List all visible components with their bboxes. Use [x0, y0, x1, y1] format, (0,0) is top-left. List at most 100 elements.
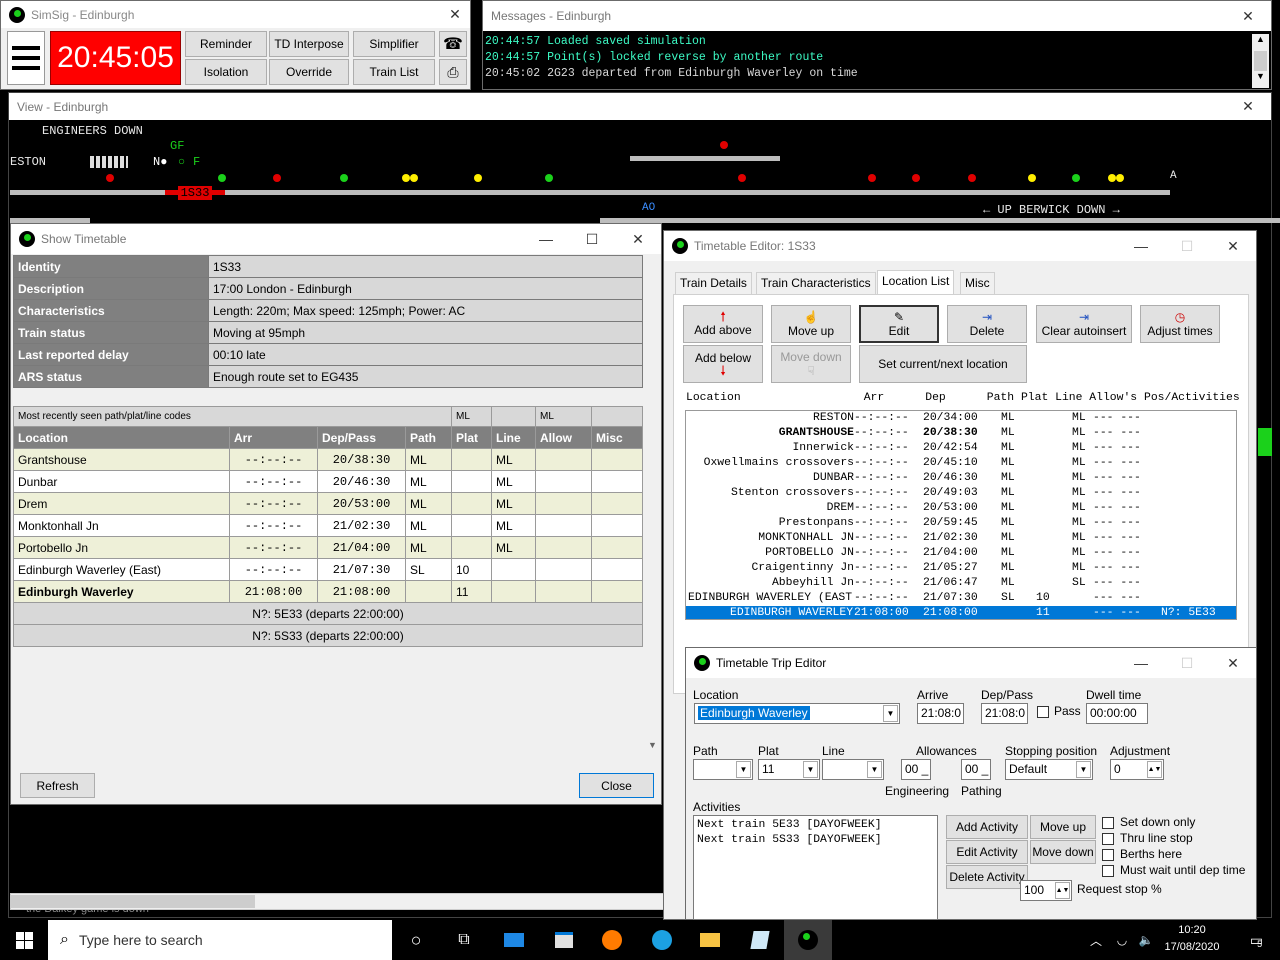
signal-green-4[interactable] [1072, 174, 1080, 182]
dwell-time-field[interactable]: 00:00:00 [1086, 703, 1148, 724]
location-list-item[interactable]: GRANTSHOUSE --:--:-- 20/38:30 ML ML --- --- [686, 426, 1236, 441]
adjustment-stepper[interactable]: 0 ▲▼ [1110, 759, 1164, 780]
set-down-only-checkbox[interactable] [1102, 817, 1114, 829]
engineering-allowance-field[interactable]: 00 _ [901, 759, 931, 780]
col-allow[interactable]: Allow [535, 426, 592, 449]
dep-pass-field[interactable]: 21:08:0 [981, 703, 1028, 724]
add-below-button[interactable]: Add below 🠗 [683, 345, 763, 383]
firefox-icon[interactable] [588, 920, 636, 960]
location-list-item[interactable]: Innerwick --:--:-- 20/42:54 ML ML --- --- [686, 441, 1236, 456]
maximize-icon[interactable]: ☐ [569, 224, 615, 254]
tab-misc[interactable]: Misc [960, 272, 995, 294]
signal-yellow-1[interactable] [402, 174, 410, 182]
reminder-button[interactable]: Reminder [185, 31, 267, 57]
table-row[interactable]: Monktonhall Jn --:--:-- 21/02:30 ML ML [13, 514, 643, 537]
signal-yellow-2[interactable] [410, 174, 418, 182]
cortana-icon[interactable]: ○ [392, 920, 440, 960]
simplifier-button[interactable]: Simplifier [353, 31, 435, 57]
edit-button[interactable]: ✎ Edit [859, 305, 939, 343]
td-interpose-button[interactable]: TD Interpose [269, 31, 349, 57]
col-location[interactable]: Location [13, 426, 230, 449]
view-hscroll-thumb[interactable] [11, 895, 255, 908]
activity-item[interactable]: Next train 5E33 [DAYOFWEEK] [697, 818, 934, 833]
messages-scrollbar[interactable]: ▲ ▼ [1252, 34, 1269, 88]
activity-move-up-button[interactable]: Move up [1030, 815, 1096, 839]
move-up-button[interactable]: ☝ Move up [771, 305, 851, 343]
location-list-item[interactable]: MONKTONHALL JN --:--:-- 21/02:30 ML ML --- --… [686, 531, 1236, 546]
tab-train-characteristics[interactable]: Train Characteristics [756, 272, 876, 294]
isolation-button[interactable]: Isolation [185, 59, 267, 85]
location-list[interactable]: RESTON --:--:-- 20/34:00 ML ML --- --- GRANTSH… [685, 410, 1237, 620]
stopping-position-select[interactable]: Default ▼ [1005, 759, 1093, 780]
col-misc[interactable]: Misc [591, 426, 643, 449]
override-button[interactable]: Override [269, 59, 349, 85]
must-wait-checkbox[interactable] [1102, 865, 1114, 877]
col-line[interactable]: Line [491, 426, 536, 449]
next-train-row[interactable]: N?: 5E33 (departs 22:00:00) [13, 602, 643, 625]
location-list-item[interactable]: EDINBURGH WAVERLEY (EAST --:--:-- 21/07:30… [686, 591, 1236, 606]
minimize-icon[interactable]: — [523, 224, 569, 254]
signal-red-4[interactable] [738, 174, 746, 182]
delete-activity-button[interactable]: Delete Activity [946, 865, 1028, 889]
add-above-button[interactable]: 🠕 Add above [683, 305, 763, 343]
clear-autoinsert-button[interactable]: ⇥ Clear autoinsert [1036, 305, 1132, 343]
minimize-icon[interactable]: — [1118, 231, 1164, 261]
close-button[interactable]: Close [579, 773, 654, 798]
table-row[interactable]: Grantshouse --:--:-- 20/38:30 ML ML [13, 448, 643, 471]
mail-icon[interactable] [490, 920, 538, 960]
signal-red-7[interactable] [968, 174, 976, 182]
request-stop-stepper[interactable]: 100 ▲▼ [1020, 880, 1072, 901]
simsig-taskbar-icon[interactable] [784, 920, 832, 960]
tab-train-details[interactable]: Train Details [675, 272, 752, 294]
location-list-item[interactable]: Craigentinny Jn --:--:-- 21/05:27 ML ML --- -… [686, 561, 1236, 576]
maximize-icon[interactable]: ☐ [1164, 231, 1210, 261]
edit-activity-button[interactable]: Edit Activity [946, 840, 1028, 864]
chevron-up-icon[interactable]: ︿ [1084, 920, 1108, 960]
menu-hamburger-icon[interactable] [7, 31, 45, 85]
plat-select[interactable]: 11 ▼ [758, 759, 820, 780]
stepper-icon[interactable]: ▲▼ [1055, 882, 1070, 899]
location-list-item[interactable]: Prestonpans --:--:-- 20/59:45 ML ML --- --- [686, 516, 1236, 531]
activities-list[interactable]: Next train 5E33 [DAYOFWEEK] Next train 5… [693, 815, 938, 920]
delete-button[interactable]: ⇥ Delete [947, 305, 1027, 343]
location-list-item[interactable]: PORTOBELLO JN --:--:-- 21/04:00 ML ML --- --- [686, 546, 1236, 561]
sim-clock[interactable]: 20:45:05 [50, 31, 181, 85]
location-list-item[interactable]: DUNBAR --:--:-- 20/46:30 ML ML --- --- [686, 471, 1236, 486]
show-timetable-vscroll[interactable]: ▼ [644, 254, 661, 750]
taskbar-search[interactable]: ⌕ Type here to search [48, 920, 392, 960]
tab-location-list[interactable]: Location List [877, 270, 955, 294]
location-list-item[interactable]: Oxwellmains crossovers --:--:-- 20/45:10 ML… [686, 456, 1236, 471]
location-list-item[interactable]: RESTON --:--:-- 20/34:00 ML ML --- --- [686, 411, 1236, 426]
pass-checkbox[interactable] [1037, 706, 1049, 718]
pathing-allowance-field[interactable]: 00 _ [961, 759, 991, 780]
move-down-button[interactable]: Move down ☟ [771, 345, 851, 383]
location-list-item[interactable]: Stenton crossovers --:--:-- 20/49:03 ML ML --… [686, 486, 1236, 501]
telephone-icon[interactable]: ☎ [439, 31, 467, 57]
path-select[interactable]: ▼ [693, 759, 753, 780]
activity-move-down-button[interactable]: Move down [1030, 840, 1096, 864]
arrive-field[interactable]: 21:08:0 [917, 703, 964, 724]
simsig-close-icon[interactable]: ✕ [440, 0, 470, 30]
signal-yellow-5[interactable] [1108, 174, 1116, 182]
adjust-times-button[interactable]: ◷ Adjust times [1140, 305, 1220, 343]
col-arr[interactable]: Arr [229, 426, 318, 449]
signal-red-5[interactable] [868, 174, 876, 182]
location-list-item[interactable]: EDINBURGH WAVERLEY 21:08:00 21:08:00 11 --- … [686, 606, 1236, 619]
table-row[interactable]: Drem --:--:-- 20/53:00 ML ML [13, 492, 643, 515]
taskbar-clock[interactable]: 10:20 17/08/2020 [1160, 922, 1224, 956]
task-view-icon[interactable]: ⧉ [440, 920, 488, 960]
thru-line-stop-checkbox[interactable] [1102, 833, 1114, 845]
signal-yellow-4[interactable] [1028, 174, 1036, 182]
berths-here-checkbox[interactable] [1102, 849, 1114, 861]
col-dep[interactable]: Dep/Pass [317, 426, 406, 449]
volume-icon[interactable]: 🔈 [1134, 920, 1158, 960]
table-row[interactable]: Edinburgh Waverley 21:08:00 21:08:00 11 [13, 580, 643, 603]
messages-close-icon[interactable]: ✕ [1225, 1, 1271, 31]
set-current-next-button[interactable]: Set current/next location [859, 345, 1027, 383]
signal-green-2[interactable] [340, 174, 348, 182]
table-row[interactable]: Edinburgh Waverley (East) --:--:-- 21/07:3… [13, 558, 643, 581]
location-select[interactable]: Edinburgh Waverley ▼ [694, 703, 900, 724]
signal-red-1[interactable] [106, 174, 114, 182]
network-icon[interactable]: ◡ [1110, 920, 1134, 960]
signal-green-1[interactable] [218, 174, 226, 182]
